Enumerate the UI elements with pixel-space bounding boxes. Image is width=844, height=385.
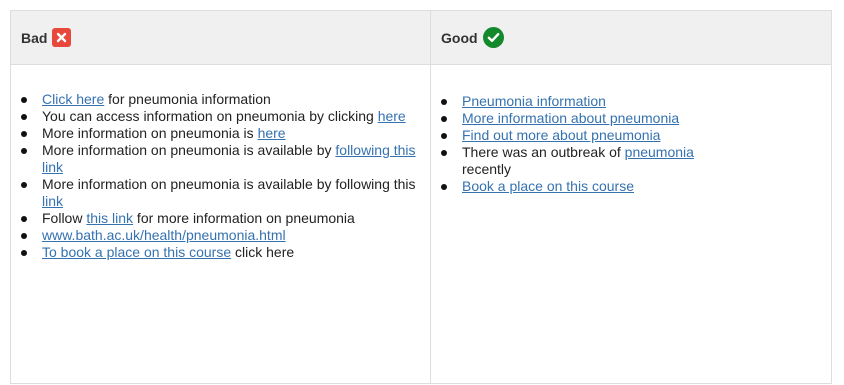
comparison-table: Bad Good Click here for pneumonia inform…	[10, 10, 832, 384]
list-item: More information on pneumonia is availab…	[21, 142, 430, 176]
example-link[interactable]: this link	[86, 210, 133, 226]
list-item: More information on pneumonia is availab…	[21, 176, 430, 210]
good-column-header: Good	[430, 10, 832, 65]
list-item: Find out more about pneumonia	[441, 127, 831, 144]
item-text: for pneumonia information	[104, 91, 271, 107]
item-text: You can access information on pneumonia …	[42, 108, 378, 124]
item-text: More information on pneumonia is	[42, 125, 258, 141]
example-link[interactable]: here	[258, 125, 286, 141]
bad-header-label: Bad	[21, 29, 48, 46]
item-text: recently	[462, 161, 512, 177]
good-examples-cell: Pneumonia information More information a…	[430, 64, 832, 384]
close-icon	[52, 28, 72, 47]
good-header-label: Good	[441, 29, 478, 46]
example-link[interactable]: More information about pneumonia	[462, 110, 679, 126]
list-item: Click here for pneumonia information	[21, 91, 430, 108]
table-header-row: Bad Good	[10, 10, 832, 65]
example-link[interactable]: Pneumonia information	[462, 93, 606, 109]
example-link[interactable]: www.bath.ac.uk/health/pneumonia.html	[42, 227, 286, 243]
example-link[interactable]: link	[42, 193, 63, 209]
list-item: More information about pneumonia	[441, 110, 831, 127]
example-link[interactable]: Book a place on this course	[462, 178, 634, 194]
checkmark-icon	[482, 27, 504, 48]
item-text: More information on pneumonia is availab…	[42, 142, 336, 158]
list-item: Pneumonia information	[441, 93, 831, 110]
good-examples-list: Pneumonia information More information a…	[431, 93, 831, 195]
list-item: To book a place on this course click her…	[21, 244, 430, 261]
list-item: Book a place on this course	[441, 178, 831, 195]
item-text: click here	[231, 244, 295, 260]
list-item: www.bath.ac.uk/health/pneumonia.html	[21, 227, 430, 244]
example-link[interactable]: Find out more about pneumonia	[462, 127, 660, 143]
list-item: You can access information on pneumonia …	[21, 108, 430, 125]
bad-examples-cell: Click here for pneumonia information You…	[10, 64, 431, 384]
example-link[interactable]: To book a place on this course	[42, 244, 231, 260]
bad-examples-list: Click here for pneumonia information You…	[11, 91, 430, 261]
table-body-row: Click here for pneumonia information You…	[10, 64, 832, 384]
list-item: Follow this link for more information on…	[21, 210, 430, 227]
list-item: More information on pneumonia is here	[21, 125, 430, 142]
bad-column-header: Bad	[10, 10, 431, 65]
item-text: for more information on pneumonia	[133, 210, 355, 226]
example-link[interactable]: here	[378, 108, 406, 124]
item-text: Follow	[42, 210, 87, 226]
item-text: More information on pneumonia is availab…	[42, 176, 416, 192]
item-text: There was an outbreak of	[462, 144, 625, 160]
example-link[interactable]: pneumonia	[625, 144, 694, 160]
example-link[interactable]: Click here	[42, 91, 104, 107]
list-item: There was an outbreak of pneumonia recent…	[441, 144, 831, 178]
